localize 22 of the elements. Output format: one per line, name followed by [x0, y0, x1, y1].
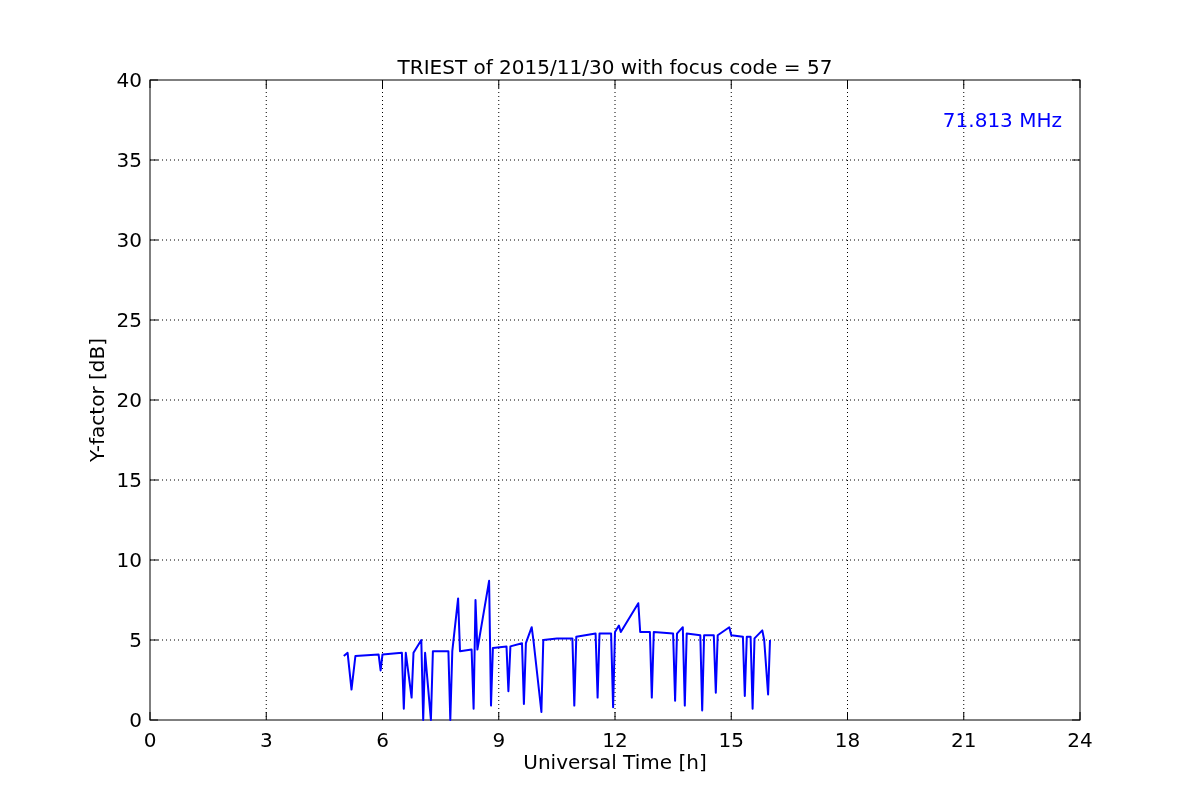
- x-tick-label: 12: [602, 728, 628, 752]
- y-tick-label: 0: [129, 708, 142, 732]
- frequency-label: 71.813 MHz: [942, 108, 1062, 132]
- y-tick-label: 25: [116, 308, 142, 332]
- x-tick-label: 3: [259, 728, 273, 752]
- y-tick-label: 15: [116, 468, 142, 492]
- x-axis-label: Universal Time [h]: [523, 750, 707, 774]
- y-axis-label: Y-factor [dB]: [85, 338, 109, 462]
- x-tick-label: 9: [492, 728, 506, 752]
- x-tick-label: 21: [951, 728, 977, 752]
- x-tick-label: 18: [834, 728, 861, 752]
- x-tick-label: 6: [376, 728, 389, 752]
- x-tick-label: 15: [718, 728, 744, 752]
- chart-title: TRIEST of 2015/11/30 with focus code = 57: [397, 55, 833, 79]
- x-tick-label: 24: [1067, 728, 1093, 752]
- y-tick-label: 35: [116, 148, 142, 172]
- x-tick-label: 0: [143, 728, 157, 752]
- y-tick-label: 10: [116, 548, 142, 572]
- y-tick-label: 20: [116, 388, 142, 412]
- y-tick-label: 40: [116, 68, 142, 92]
- y-tick-label: 5: [129, 628, 142, 652]
- y-tick-label: 30: [116, 228, 142, 252]
